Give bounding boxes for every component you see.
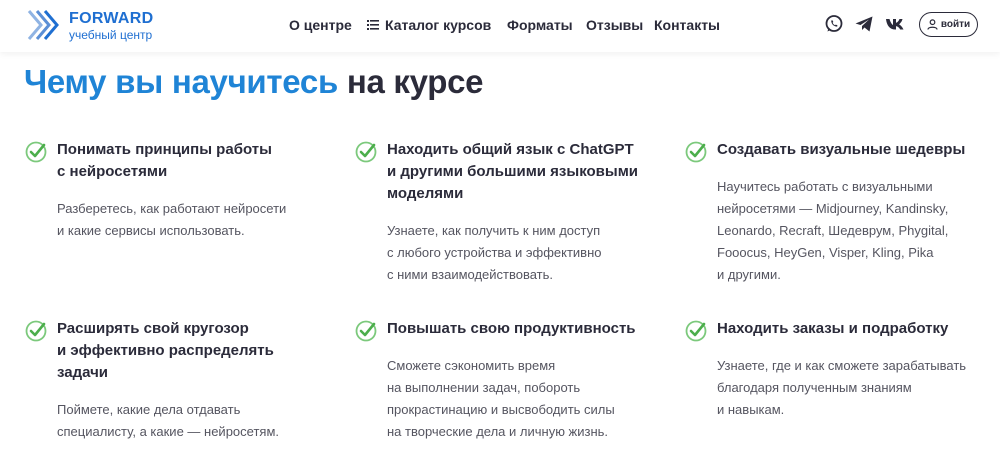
feature-description-line: специалисту, а какие — нейросетям. bbox=[57, 424, 279, 439]
feature-title: Находить общий язык с ChatGPT и другими б… bbox=[387, 139, 657, 205]
feature-description-line: с любого устройства и эффективно bbox=[387, 245, 602, 260]
feature-title-line: Расширять свой кругозор bbox=[57, 320, 249, 337]
feature-title-line: Находить общий язык с ChatGPT bbox=[387, 141, 634, 158]
forward-arrows-icon bbox=[27, 10, 59, 40]
check-icon bbox=[25, 320, 47, 342]
feature-title: Расширять свой кругозор и эффективно расп… bbox=[57, 318, 327, 384]
login-label: войти bbox=[940, 19, 971, 30]
feature-description-line: с ними взаимодействовать. bbox=[387, 267, 554, 282]
whatsapp-icon[interactable] bbox=[824, 14, 844, 34]
nav-contacts[interactable]: Контакты bbox=[654, 17, 720, 33]
feature-description-line: Узнаете, как получить к ним доступ bbox=[387, 223, 601, 238]
feature-description-line: и другими. bbox=[717, 267, 781, 282]
feature-description-line: Научитесь работать с визуальными bbox=[717, 179, 933, 194]
nav-formats[interactable]: Форматы bbox=[507, 17, 573, 33]
feature-title: Повышать свою продуктивность bbox=[387, 318, 657, 340]
feature-title-line: и эффективно распределять bbox=[57, 342, 274, 359]
feature-description: Научитесь работать с визуальными нейросет… bbox=[717, 176, 987, 286]
feature-title-line: моделями bbox=[387, 185, 464, 202]
page-title-accent: Чему вы научитесь bbox=[24, 63, 338, 100]
check-icon bbox=[355, 141, 377, 163]
nav-about[interactable]: О центре bbox=[289, 17, 352, 33]
feature-description-line: Сможете сэкономить время bbox=[387, 358, 556, 373]
page-title: Чему вы научитесь на курсе bbox=[24, 63, 483, 101]
feature-description-line: и навыкам. bbox=[717, 402, 785, 417]
login-button[interactable]: войти bbox=[919, 12, 978, 37]
feature-title-line: задачи bbox=[57, 364, 109, 381]
feature-description-line: на выполнении задач, побороть bbox=[387, 380, 581, 395]
feature-description-line: Поймете, какие дела отдавать bbox=[57, 402, 241, 417]
logo-title: FORWARD bbox=[69, 10, 154, 27]
telegram-icon[interactable] bbox=[854, 14, 874, 34]
list-icon bbox=[367, 20, 379, 30]
feature-title: Находить заказы и подработку bbox=[717, 318, 987, 340]
feature-description: Сможете сэкономить время на выполнении за… bbox=[387, 355, 657, 443]
user-icon bbox=[927, 19, 938, 30]
nav-catalog-label: Каталог курсов bbox=[385, 17, 492, 33]
feature-description-line: Разберетесь, как работают нейросети bbox=[57, 201, 287, 216]
feature-title-line: Понимать принципы работы bbox=[57, 141, 272, 158]
check-icon bbox=[355, 320, 377, 342]
feature-description-line: Leonardo, Recraft, Шедеврум, Phygital, bbox=[717, 223, 949, 238]
feature-title-line: Создавать визуальные шедевры bbox=[717, 141, 966, 158]
vk-icon[interactable] bbox=[885, 14, 905, 34]
feature-description-line: благодаря полученным знаниям bbox=[717, 380, 912, 395]
feature-description: Узнаете, где и как сможете зарабатывать б… bbox=[717, 355, 987, 421]
feature-description-line: нейросетями — Midjourney, Kandinsky, bbox=[717, 201, 949, 216]
feature-description-line: на творческие дела и личную жизнь. bbox=[387, 424, 609, 439]
feature-title-line: Повышать свою продуктивность bbox=[387, 320, 636, 337]
nav-reviews[interactable]: Отзывы bbox=[586, 17, 643, 33]
feature-description: Поймете, какие дела отдавать специалисту,… bbox=[57, 399, 327, 443]
logo-subtitle: учебный центр bbox=[69, 28, 153, 42]
feature-title: Создавать визуальные шедевры bbox=[717, 139, 987, 161]
feature-description-line: прокрастинацию и высвободить силы bbox=[387, 402, 615, 417]
logo[interactable]: FORWARD учебный центр bbox=[27, 8, 177, 42]
feature-description: Узнаете, как получить к ним доступ с любо… bbox=[387, 220, 657, 286]
feature-title-line: с нейросетями bbox=[57, 163, 168, 180]
feature-title: Понимать принципы работы с нейросетями bbox=[57, 139, 327, 183]
nav-catalog[interactable]: Каталог курсов bbox=[367, 17, 491, 33]
feature-title-line: и другими большими языковыми bbox=[387, 163, 639, 180]
site-header: FORWARD учебный центр О центре Каталог к… bbox=[0, 0, 1000, 52]
page-title-rest: на курсе bbox=[346, 63, 484, 100]
feature-description-line: Узнаете, где и как сможете зарабатывать bbox=[717, 358, 967, 373]
check-icon bbox=[685, 320, 707, 342]
check-icon bbox=[685, 141, 707, 163]
feature-description-line: Fooocus, HeyGen, Visper, Kling, Pika bbox=[717, 245, 934, 260]
feature-description: Разберетесь, как работают нейросети и как… bbox=[57, 198, 327, 242]
feature-description-line: и какие сервисы использовать. bbox=[57, 223, 245, 238]
check-icon bbox=[25, 141, 47, 163]
feature-title-line: Находить заказы и подработку bbox=[717, 320, 949, 337]
